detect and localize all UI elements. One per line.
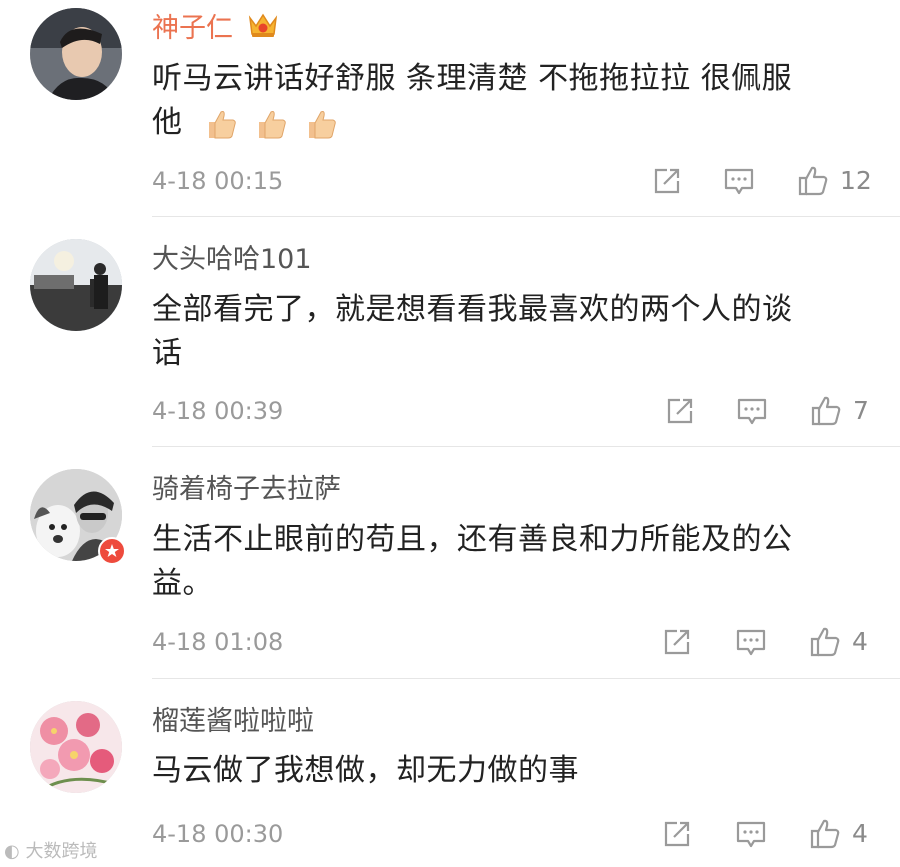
comment-item: 榴莲酱啦啦啦 马云做了我想做，却无力做的事 4-18 00:30 4 <box>0 679 900 867</box>
comment-actions: 4 <box>660 817 890 857</box>
avatar[interactable] <box>30 239 122 331</box>
watermark: ◐ 大数跨境 <box>4 841 97 863</box>
comment-timestamp: 4-18 00:30 <box>152 820 284 848</box>
comment-text: 马云做了我想做，却无力做的事 <box>152 749 852 793</box>
comment-icon[interactable] <box>734 817 768 851</box>
comment-actions: 7 <box>663 394 893 434</box>
comment-text-line: 听马云讲话好舒服 条理清楚 不拖拖拉拉 很佩服 <box>152 61 793 96</box>
comment-text-line: 他 <box>152 101 852 146</box>
like-count: 4 <box>852 627 868 656</box>
comment-text: 生活不止眼前的苟且，还有善良和力所能及的公 益。 <box>152 518 852 606</box>
verified-badge-icon <box>98 537 126 565</box>
comment-item: 神子仁 听马云讲话好舒服 条理清楚 不拖拖拉拉 很佩服 他 4-18 00:15 <box>0 0 900 217</box>
like-count: 12 <box>840 166 872 195</box>
comment-text: 全部看完了，就是想看看我最喜欢的两个人的谈 话 <box>152 288 852 376</box>
comment-text-fragment: 他 <box>152 105 183 140</box>
thumbs-up-emoji-icon <box>258 111 286 139</box>
share-icon[interactable] <box>660 817 694 851</box>
username[interactable]: 骑着椅子去拉萨 <box>152 473 341 507</box>
thumbs-up-emoji-group <box>203 102 343 146</box>
comment-text-line: 马云做了我想做，却无力做的事 <box>152 753 579 788</box>
share-icon[interactable] <box>660 625 694 659</box>
thumbs-up-icon[interactable] <box>796 164 830 198</box>
comment-item: 大头哈哈101 全部看完了，就是想看看我最喜欢的两个人的谈 话 4-18 00:… <box>0 217 900 447</box>
comment-actions: 4 <box>660 625 890 665</box>
comment-icon[interactable] <box>735 394 769 428</box>
comment-actions: 12 <box>650 164 890 204</box>
avatar[interactable] <box>30 701 122 793</box>
thumbs-up-icon[interactable] <box>808 625 842 659</box>
comment-text-line: 全部看完了，就是想看看我最喜欢的两个人的谈 <box>152 292 793 327</box>
thumbs-up-emoji-icon <box>208 111 236 139</box>
comment-icon[interactable] <box>722 164 756 198</box>
username-text[interactable]: 神子仁 <box>152 13 233 44</box>
comment-text-line: 话 <box>152 336 183 371</box>
comment-text: 听马云讲话好舒服 条理清楚 不拖拖拉拉 很佩服 他 <box>152 57 852 146</box>
username[interactable]: 大头哈哈101 <box>152 243 312 277</box>
comment-text-line: 益。 <box>152 566 213 601</box>
username[interactable]: 神子仁 <box>152 12 278 47</box>
share-icon[interactable] <box>650 164 684 198</box>
username[interactable]: 榴莲酱啦啦啦 <box>152 705 314 739</box>
thumbs-up-icon[interactable] <box>809 394 843 428</box>
thumbs-up-icon[interactable] <box>808 817 842 851</box>
like-count: 4 <box>852 819 868 848</box>
comment-icon[interactable] <box>734 625 768 659</box>
comment-timestamp: 4-18 00:39 <box>152 397 284 425</box>
watermark-logo-icon: ◐ <box>4 841 20 862</box>
crown-vip-icon <box>248 12 278 47</box>
thumbs-up-emoji-icon <box>308 111 336 139</box>
watermark-text: 大数跨境 <box>25 841 98 862</box>
comment-timestamp: 4-18 01:08 <box>152 628 284 656</box>
share-icon[interactable] <box>663 394 697 428</box>
comment-timestamp: 4-18 00:15 <box>152 167 284 195</box>
comment-item: 骑着椅子去拉萨 生活不止眼前的苟且，还有善良和力所能及的公 益。 4-18 01… <box>0 447 900 679</box>
like-count: 7 <box>853 396 869 425</box>
comment-text-line: 生活不止眼前的苟且，还有善良和力所能及的公 <box>152 522 793 557</box>
avatar[interactable] <box>30 8 122 100</box>
